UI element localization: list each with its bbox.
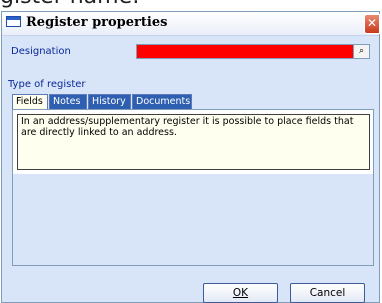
ok-label: OK [232, 287, 249, 299]
cancel-button[interactable]: Cancel [290, 283, 365, 303]
title-bar[interactable]: Register properties ✕ [2, 12, 380, 36]
close-button[interactable]: ✕ [364, 14, 380, 34]
panel-empty-area [13, 174, 373, 265]
dialog-content: Designation ⌕ Type of register Fields No… [6, 39, 375, 303]
designation-field[interactable]: ⌕ [136, 44, 370, 59]
tab-fields[interactable]: Fields [12, 94, 48, 110]
dialog-title: Register properties [26, 15, 168, 30]
tab-history[interactable]: History [88, 94, 131, 109]
register-properties-dialog: Register properties ✕ Designation ⌕ Type… [1, 11, 380, 303]
tab-notes[interactable]: Notes [49, 94, 87, 109]
type-of-register-label: Type of register [8, 79, 86, 90]
tab-documents[interactable]: Documents [132, 94, 192, 109]
lookup-icon[interactable]: ⌕ [353, 45, 369, 58]
window-icon [6, 16, 21, 27]
ok-button[interactable]: OK [203, 283, 278, 303]
fields-description-text[interactable]: In an address/supplementary register it … [17, 114, 370, 170]
fields-tab-panel: In an address/supplementary register it … [12, 109, 374, 266]
background-heading: gister name: [0, 0, 140, 9]
designation-label: Designation [11, 46, 71, 57]
